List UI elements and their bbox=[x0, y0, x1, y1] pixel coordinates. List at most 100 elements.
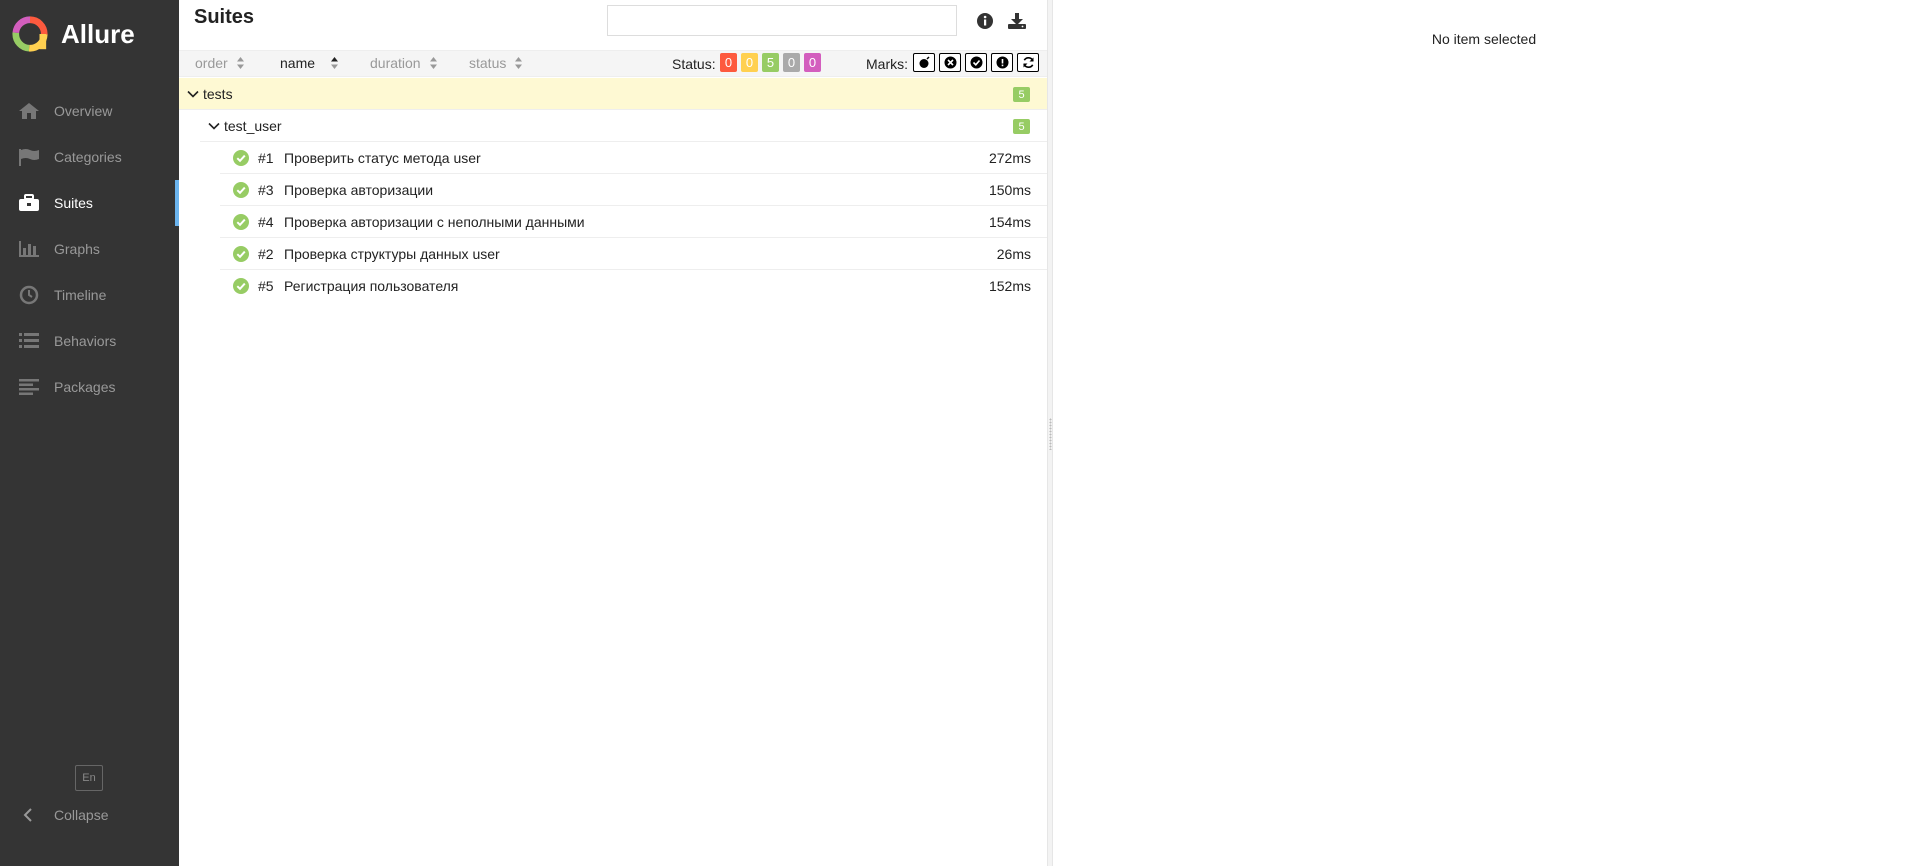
sidebar-item-label: Timeline bbox=[54, 287, 107, 303]
test-number: #5 bbox=[258, 278, 274, 294]
test-row[interactable]: #1 Проверить статус метода user 272ms bbox=[220, 142, 1047, 174]
sidebar-item-label: Packages bbox=[54, 379, 116, 395]
detail-pane: No item selected bbox=[1053, 0, 1915, 866]
info-button[interactable] bbox=[973, 9, 997, 33]
sidebar-item-suites[interactable]: Suites bbox=[0, 180, 179, 226]
sidebar-item-packages[interactable]: Packages bbox=[0, 364, 179, 410]
briefcase-icon bbox=[18, 192, 40, 214]
sidebar-nav: Overview Categories Suites Graphs Timeli… bbox=[0, 88, 179, 410]
test-duration: 152ms bbox=[988, 278, 1031, 294]
status-badge-failed[interactable]: 0 bbox=[720, 53, 737, 72]
chevron-left-icon bbox=[17, 804, 39, 826]
mark-new-failed-button[interactable] bbox=[939, 53, 961, 72]
align-left-icon bbox=[18, 376, 40, 398]
status-badge-unknown[interactable]: 0 bbox=[804, 53, 821, 72]
mark-retries-button[interactable] bbox=[1017, 53, 1039, 72]
tree-group-row[interactable]: tests 5 bbox=[179, 78, 1047, 110]
status-filter-label: Status: bbox=[672, 56, 716, 72]
test-name: Проверка структуры данных user bbox=[284, 246, 500, 262]
sort-name[interactable]: name bbox=[280, 55, 339, 71]
check-circle-icon bbox=[233, 150, 249, 166]
marks-filter-label: Marks: bbox=[866, 56, 908, 72]
check-circle-icon bbox=[970, 56, 982, 69]
sidebar-item-graphs[interactable]: Graphs bbox=[0, 226, 179, 272]
sidebar-item-label: Behaviors bbox=[54, 333, 117, 349]
splitter-grip-icon bbox=[1049, 418, 1052, 450]
bar-chart-icon bbox=[18, 238, 40, 260]
mark-flaky-button[interactable] bbox=[913, 53, 935, 72]
sidebar-item-timeline[interactable]: Timeline bbox=[0, 272, 179, 318]
sorter-label: duration bbox=[370, 55, 421, 71]
test-number: #3 bbox=[258, 182, 274, 198]
test-row[interactable]: #2 Проверка структуры данных user 26ms bbox=[220, 238, 1047, 270]
sorter-label: name bbox=[280, 55, 316, 71]
sort-icon bbox=[515, 57, 523, 69]
test-number: #1 bbox=[258, 150, 274, 166]
check-circle-icon bbox=[233, 278, 249, 294]
sidebar: Allure Overview Categories Suites Graphs bbox=[0, 0, 179, 866]
sidebar-item-categories[interactable]: Categories bbox=[0, 134, 179, 180]
sort-status[interactable]: status bbox=[469, 55, 523, 71]
sort-icon bbox=[236, 57, 244, 69]
times-circle-icon bbox=[944, 56, 956, 69]
test-row[interactable]: #5 Регистрация пользователя 152ms bbox=[220, 270, 1047, 302]
sidebar-item-label: Overview bbox=[54, 103, 113, 119]
test-number: #2 bbox=[258, 246, 274, 262]
status-badge-broken[interactable]: 0 bbox=[741, 53, 758, 72]
suite-count-badge: 5 bbox=[1013, 87, 1030, 102]
sidebar-item-behaviors[interactable]: Behaviors bbox=[0, 318, 179, 364]
empty-state-message: No item selected bbox=[1431, 31, 1537, 47]
page-title: Suites bbox=[194, 6, 255, 28]
sort-order[interactable]: order bbox=[195, 55, 245, 71]
mark-new-broken-button[interactable] bbox=[991, 53, 1013, 72]
flag-icon bbox=[18, 146, 40, 168]
refresh-icon bbox=[1022, 56, 1034, 69]
chevron-down-icon bbox=[187, 90, 199, 98]
tree-group-row[interactable]: test_user 5 bbox=[200, 110, 1047, 142]
test-duration: 150ms bbox=[988, 182, 1031, 198]
test-name: Регистрация пользователя bbox=[284, 278, 459, 294]
sort-duration[interactable]: duration bbox=[370, 55, 438, 71]
test-number: #4 bbox=[258, 214, 274, 230]
test-row[interactable]: #3 Проверка авторизации 150ms bbox=[220, 174, 1047, 206]
sidebar-item-overview[interactable]: Overview bbox=[0, 88, 179, 134]
bomb-icon bbox=[919, 56, 930, 68]
home-icon bbox=[18, 100, 40, 122]
test-name: Проверка авторизации bbox=[284, 182, 434, 198]
sidebar-item-label: Graphs bbox=[54, 241, 100, 257]
search-input[interactable] bbox=[607, 5, 957, 36]
chevron-down-icon bbox=[208, 122, 220, 130]
brand[interactable]: Allure bbox=[11, 14, 135, 54]
suite-name: tests bbox=[203, 86, 233, 102]
sidebar-item-label: Suites bbox=[54, 195, 93, 211]
subsuite-name: test_user bbox=[224, 118, 282, 134]
test-name: Проверка авторизации с неполными данными bbox=[284, 214, 585, 230]
suites-pane: Suites order name duration status Status… bbox=[179, 0, 1047, 866]
subsuite-count-badge: 5 bbox=[1013, 119, 1030, 134]
suites-tree: tests 5 test_user 5 #1 Проверить статус … bbox=[179, 78, 1047, 302]
tree-toolbar: order name duration status Status: 0 0 5… bbox=[179, 50, 1047, 77]
sort-asc-icon bbox=[331, 57, 339, 69]
test-name: Проверить статус метода user bbox=[284, 150, 481, 166]
allure-logo-icon bbox=[12, 16, 48, 52]
check-circle-icon bbox=[233, 214, 249, 230]
mark-new-passed-button[interactable] bbox=[965, 53, 987, 72]
collapse-button[interactable]: Collapse bbox=[0, 802, 179, 828]
test-row[interactable]: #4 Проверка авторизации с неполными данн… bbox=[220, 206, 1047, 238]
sorter-label: status bbox=[469, 55, 507, 71]
sort-icon bbox=[429, 57, 437, 69]
collapse-label: Collapse bbox=[54, 807, 109, 823]
clock-icon bbox=[18, 284, 40, 306]
test-duration: 272ms bbox=[988, 150, 1031, 166]
sorter-label: order bbox=[195, 55, 228, 71]
download-icon bbox=[1008, 13, 1026, 29]
download-button[interactable] bbox=[1005, 9, 1029, 33]
language-switcher[interactable]: En bbox=[75, 765, 103, 791]
info-icon bbox=[977, 13, 993, 29]
status-badge-skipped[interactable]: 0 bbox=[783, 53, 800, 72]
list-icon bbox=[18, 330, 40, 352]
status-badge-passed[interactable]: 5 bbox=[762, 53, 779, 72]
check-circle-icon bbox=[233, 246, 249, 262]
exclamation-circle-icon bbox=[996, 56, 1008, 69]
check-circle-icon bbox=[233, 182, 249, 198]
